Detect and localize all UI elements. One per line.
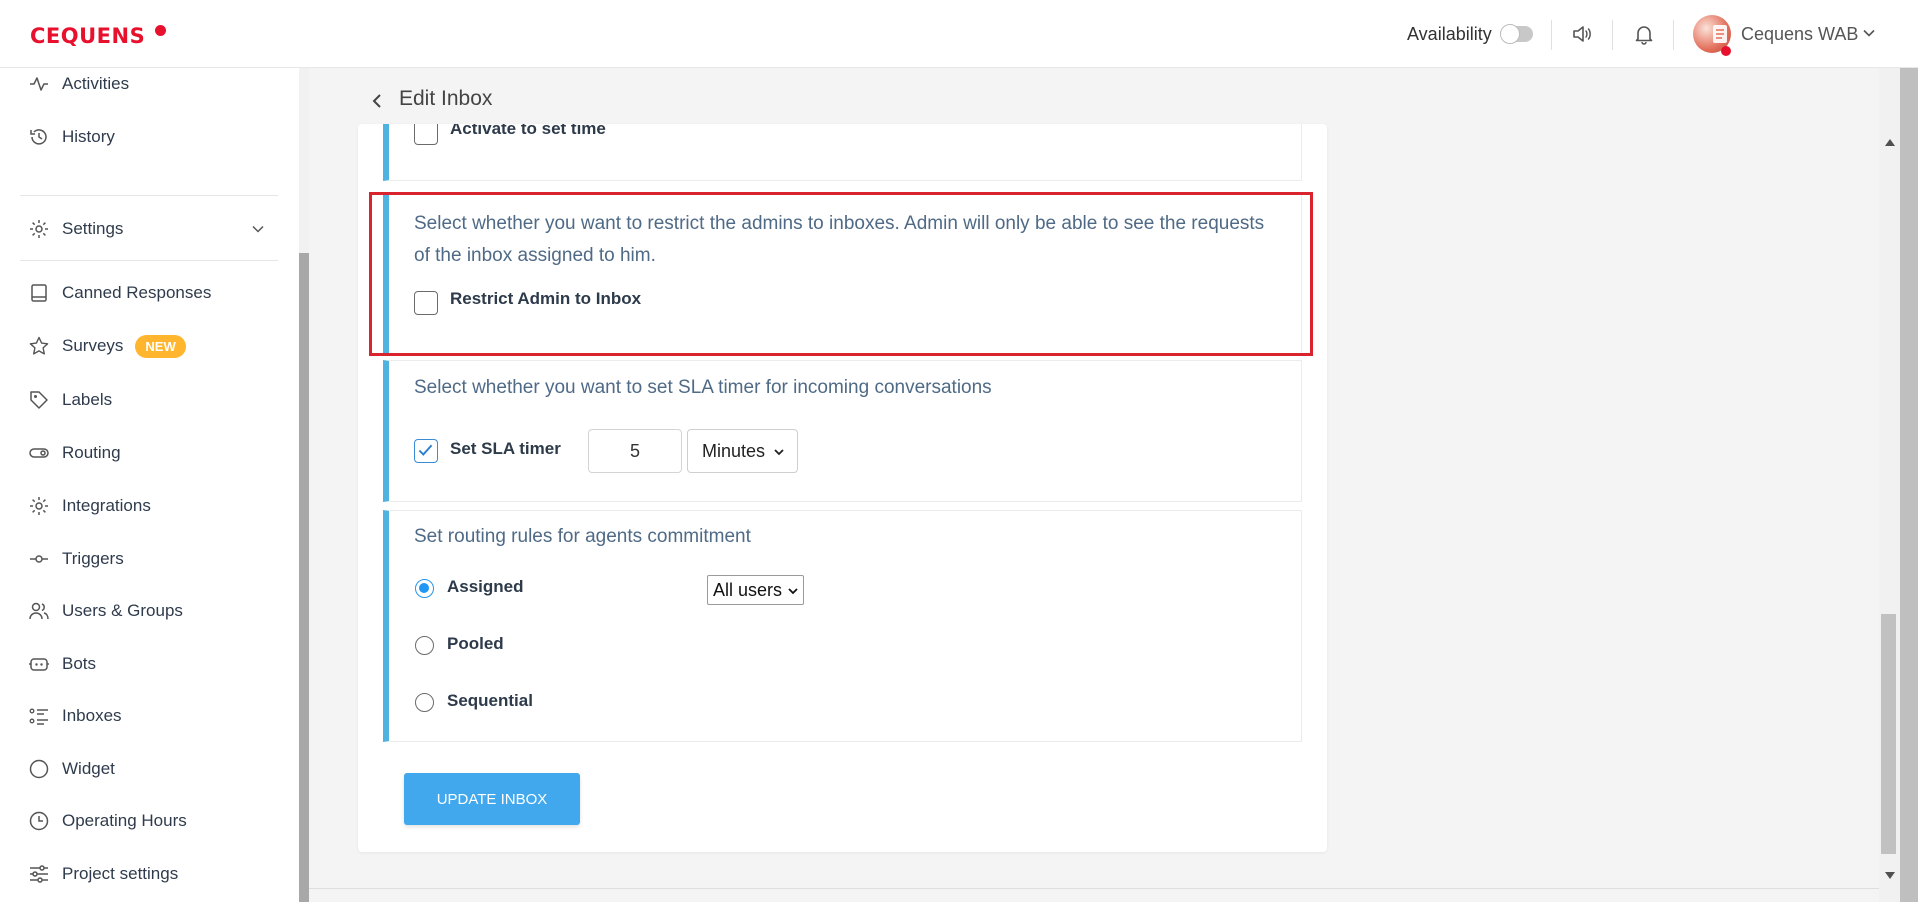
assigned-scope-select[interactable]: All users: [707, 575, 804, 605]
header-divider: [1673, 20, 1674, 50]
routing-icon: [29, 448, 49, 458]
activate-time-checkbox[interactable]: [414, 124, 438, 145]
trigger-icon: [30, 555, 48, 563]
list-icon: [29, 708, 48, 725]
sla-description: Select whether you want to set SLA timer…: [414, 377, 992, 398]
new-badge: NEW: [135, 334, 186, 358]
sidebar-item-users-groups[interactable]: Users & Groups: [28, 598, 183, 624]
sidebar-item-label: Inboxes: [62, 706, 122, 725]
sidebar-item-label: Triggers: [62, 549, 124, 568]
book-icon: [31, 284, 47, 302]
bot-icon: [29, 658, 49, 671]
sidebar-item-triggers[interactable]: Triggers: [28, 546, 124, 572]
routing-pooled-label: Pooled: [447, 634, 504, 653]
assigned-scope-value: All users: [713, 579, 783, 600]
sla-label: Set SLA timer: [450, 439, 561, 458]
routing-assigned-label: Assigned: [447, 577, 524, 596]
routing-sequential-radio[interactable]: [415, 693, 434, 712]
cequens-logo[interactable]: CEQUENS: [30, 24, 145, 48]
sidebar-item-label: Activities: [62, 74, 130, 93]
sla-checkbox[interactable]: [414, 439, 438, 463]
star-icon: [29, 336, 49, 355]
back-chevron-icon[interactable]: [368, 92, 386, 110]
notification-dot: [1721, 46, 1731, 56]
sidebar-scrollbar-thumb[interactable]: [299, 253, 309, 902]
sidebar-item-label: Widget: [62, 759, 115, 778]
sidebar-item-routing[interactable]: Routing: [28, 440, 121, 466]
routing-description: Set routing rules for agents commitment: [414, 526, 751, 547]
sla-value-input[interactable]: 5: [588, 429, 682, 473]
sla-section: Select whether you want to set SLA timer…: [383, 360, 1302, 502]
sidebar-item-history[interactable]: History: [28, 124, 115, 150]
circle-icon: [29, 759, 49, 779]
sidebar-divider: [20, 195, 278, 196]
sidebar-item-activities[interactable]: Activities: [28, 71, 129, 97]
avatar-document-icon: [1713, 25, 1727, 43]
sidebar-item-operating-hours[interactable]: Operating Hours: [28, 808, 187, 834]
activate-time-section: Activate to set time: [383, 124, 1302, 181]
sidebar-item-label: Canned Responses: [62, 283, 212, 302]
chevron-down-icon: [774, 449, 784, 456]
speaker-icon[interactable]: [1570, 22, 1594, 46]
sidebar-item-label: Integrations: [62, 496, 151, 515]
sidebar-item-label: Users & Groups: [62, 601, 183, 620]
gear-icon: [30, 220, 48, 238]
sidebar-item-label: Routing: [62, 443, 121, 462]
update-inbox-button[interactable]: UPDATE INBOX: [404, 773, 580, 825]
page-title: Edit Inbox: [399, 87, 493, 110]
sidebar-item-widget[interactable]: Widget: [28, 756, 115, 782]
sidebar-item-label: Operating Hours: [62, 811, 187, 830]
sidebar-item-bots[interactable]: Bots: [28, 651, 96, 677]
header-divider: [1551, 20, 1552, 50]
sidebar-item-integrations[interactable]: Integrations: [28, 493, 151, 519]
tag-icon: [30, 391, 48, 409]
checkmark-icon: [418, 444, 433, 456]
users-icon: [29, 602, 49, 620]
bottom-divider: [309, 888, 1879, 889]
routing-sequential-label: Sequential: [447, 691, 533, 710]
gear-icon: [30, 497, 48, 515]
sidebar-item-label: Project settings: [62, 864, 179, 883]
sidebar-item-inboxes[interactable]: Inboxes: [28, 703, 122, 729]
scroll-up-arrow-icon[interactable]: [1885, 138, 1895, 146]
chevron-down-icon[interactable]: [250, 221, 266, 237]
main-scrollbar-thumb[interactable]: [1881, 614, 1896, 854]
availability-toggle-knob[interactable]: [1500, 24, 1520, 44]
chevron-down-icon[interactable]: [1862, 26, 1876, 40]
sidebar-item-settings[interactable]: Settings: [28, 216, 123, 242]
top-bar: [0, 0, 1918, 68]
sidebar-item-project-settings[interactable]: Project settings: [28, 861, 178, 887]
history-icon: [30, 129, 47, 145]
window-scrollbar[interactable]: [1900, 68, 1918, 902]
user-name[interactable]: Cequens WAB: [1741, 24, 1858, 45]
sidebar-item-labels[interactable]: Labels: [28, 387, 112, 413]
sidebar-divider: [20, 260, 278, 261]
logo-dot: [155, 25, 166, 36]
header-divider: [1612, 20, 1613, 50]
clock-icon: [29, 811, 49, 831]
availability-label: Availability: [1407, 24, 1492, 44]
routing-assigned-radio[interactable]: [415, 579, 434, 598]
sliders-icon: [30, 865, 48, 883]
sidebar-item-label: Labels: [62, 390, 113, 409]
bell-icon[interactable]: [1632, 22, 1656, 46]
routing-section: Set routing rules for agents commitment …: [383, 510, 1302, 742]
chevron-down-icon: [788, 588, 798, 595]
sla-unit-select[interactable]: Minutes: [687, 429, 798, 473]
routing-pooled-radio[interactable]: [415, 636, 434, 655]
sidebar-item-label: Bots: [62, 654, 97, 673]
highlight-box: [369, 192, 1313, 356]
scroll-down-arrow-icon[interactable]: [1885, 872, 1895, 880]
sla-unit-value: Minutes: [702, 440, 766, 461]
sidebar-item-surveys[interactable]: Surveys NEW: [28, 333, 186, 359]
sidebar-item-label: Settings: [62, 219, 124, 238]
activity-icon: [30, 77, 48, 91]
sidebar-item-canned-responses[interactable]: Canned Responses: [28, 280, 211, 306]
sidebar-item-label: Surveys: [62, 336, 124, 355]
activate-time-label: Activate to set time: [450, 124, 606, 138]
sidebar-item-label: History: [62, 127, 115, 146]
